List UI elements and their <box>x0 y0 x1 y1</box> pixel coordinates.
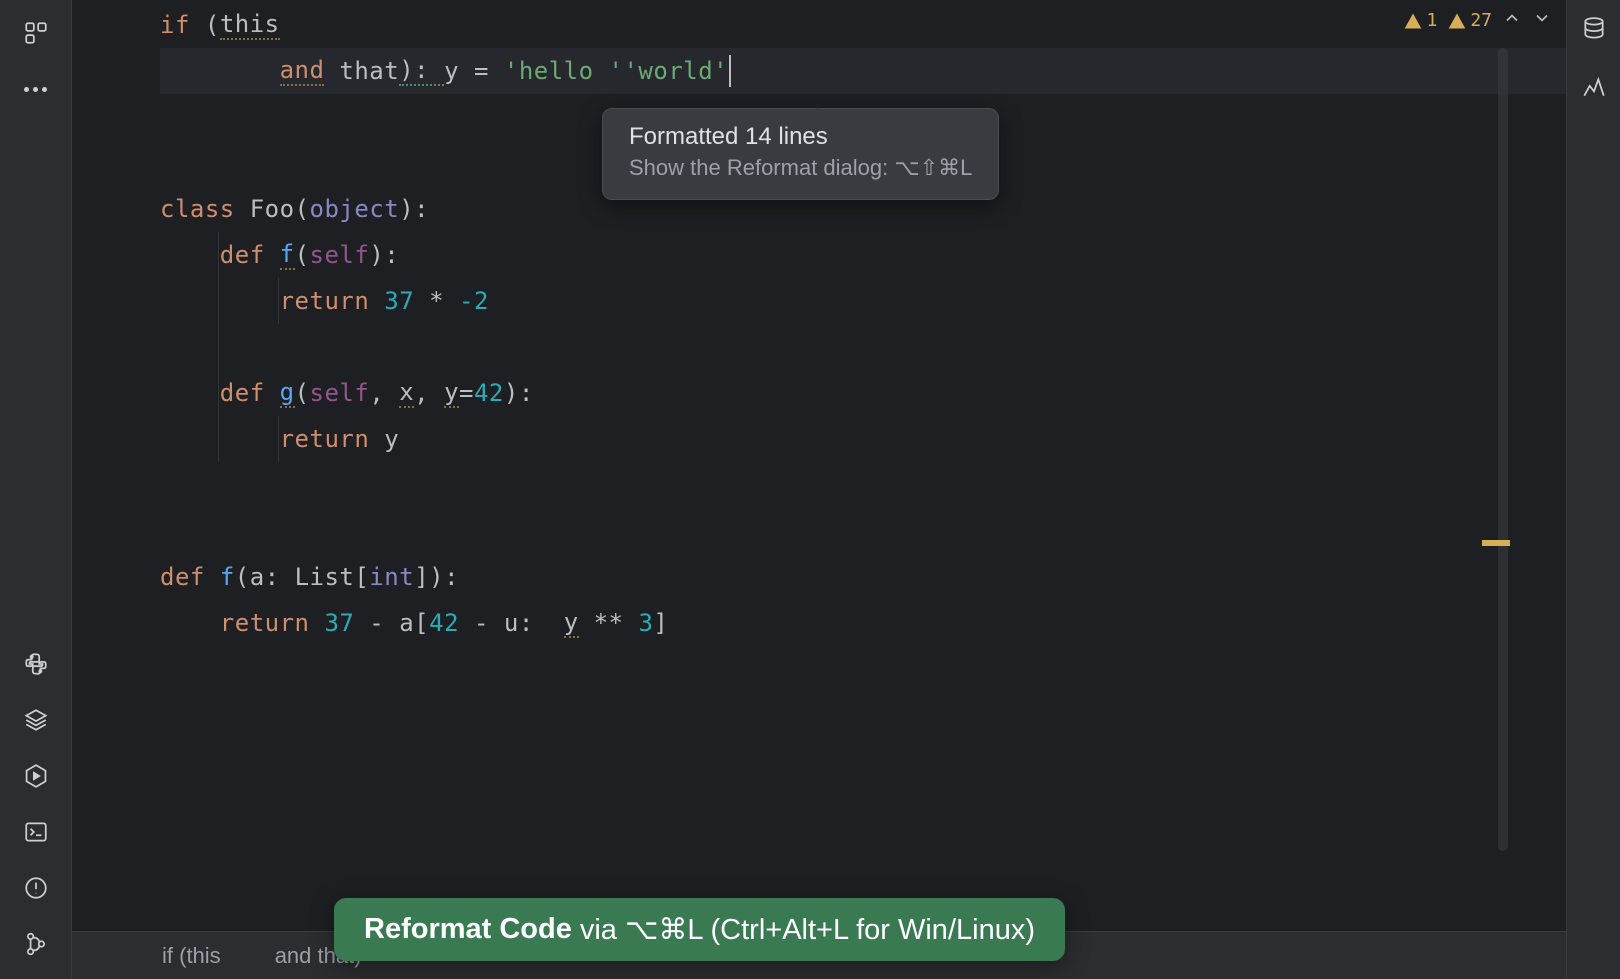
gutter <box>72 0 160 931</box>
terminal-icon[interactable] <box>21 817 51 847</box>
code-line-active[interactable]: and that): y = 'hello ''world' <box>160 48 1566 94</box>
code-line[interactable] <box>160 324 1566 370</box>
shortcut-toast: Reformat Code via ⌥⌘L (Ctrl+Alt+L for Wi… <box>334 898 1065 961</box>
tooltip-title: Formatted 14 lines <box>629 123 972 151</box>
toast-rest: via ⌥⌘L (Ctrl+Alt+L for Win/Linux) <box>580 912 1035 947</box>
tooltip-subtitle: Show the Reformat dialog: ⌥⇧⌘L <box>629 155 972 181</box>
left-toolbar <box>0 0 72 979</box>
python-console-icon[interactable] <box>21 649 51 679</box>
code-line[interactable]: return 37 * -2 <box>160 278 1566 324</box>
database-icon[interactable] <box>1579 14 1609 44</box>
app-root: 1 27 if (this and that): y = 'hello ' <box>0 0 1620 979</box>
services-icon[interactable] <box>21 761 51 791</box>
code-line[interactable]: return 37 - a[42 - u: y ** 3] <box>160 600 1566 646</box>
code-line[interactable] <box>160 462 1566 508</box>
toast-strong: Reformat Code <box>364 913 572 946</box>
editor-scrollbar[interactable] <box>1496 4 1510 851</box>
text-cursor <box>729 55 731 87</box>
vcs-icon[interactable] <box>21 929 51 959</box>
breadcrumb-item[interactable]: if (this <box>162 943 221 969</box>
editor-area: 1 27 if (this and that): y = 'hello ' <box>72 0 1566 979</box>
more-icon[interactable] <box>21 74 51 104</box>
code-content: if (this and that): y = 'hello ''world' … <box>160 0 1566 646</box>
code-line[interactable]: def g(self, x, y=42): <box>160 370 1566 416</box>
sciview-icon[interactable] <box>1579 72 1609 102</box>
code-line[interactable]: def f(a: List[int]): <box>160 554 1566 600</box>
scrollbar-thumb[interactable] <box>1498 48 1508 851</box>
python-packages-icon[interactable] <box>21 705 51 735</box>
problems-icon[interactable] <box>21 873 51 903</box>
right-toolbar <box>1566 0 1620 979</box>
code-editor[interactable]: 1 27 if (this and that): y = 'hello ' <box>72 0 1566 931</box>
structure-icon[interactable] <box>21 18 51 48</box>
code-line[interactable]: def f(self): <box>160 232 1566 278</box>
scrollbar-mark[interactable] <box>1482 540 1510 546</box>
code-line[interactable]: if (this <box>160 2 1566 48</box>
reformat-tooltip: Formatted 14 lines Show the Reformat dia… <box>602 108 999 200</box>
code-line[interactable]: return y <box>160 416 1566 462</box>
code-line[interactable] <box>160 508 1566 554</box>
